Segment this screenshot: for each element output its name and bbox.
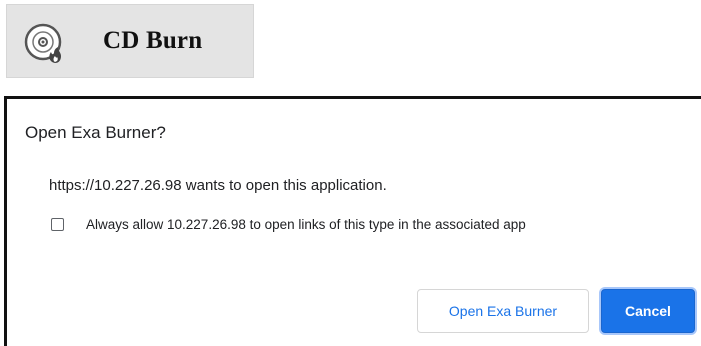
- dialog-title: Open Exa Burner?: [25, 123, 166, 142]
- cd-burn-icon: [23, 21, 67, 65]
- always-allow-checkbox[interactable]: [51, 218, 64, 231]
- always-allow-row[interactable]: Always allow 10.227.26.98 to open links …: [51, 217, 526, 232]
- dialog-message: https://10.227.26.98 wants to open this …: [49, 177, 387, 194]
- screen: CD Burn Open Exa Burner? https://10.227.…: [0, 0, 701, 346]
- always-allow-label[interactable]: Always allow 10.227.26.98 to open links …: [86, 217, 526, 232]
- cancel-button[interactable]: Cancel: [601, 289, 695, 333]
- cd-burn-label: CD Burn: [103, 27, 203, 54]
- cd-burn-button[interactable]: CD Burn: [6, 4, 254, 78]
- open-app-dialog: Open Exa Burner? https://10.227.26.98 wa…: [4, 96, 701, 346]
- open-exa-burner-button[interactable]: Open Exa Burner: [417, 289, 589, 333]
